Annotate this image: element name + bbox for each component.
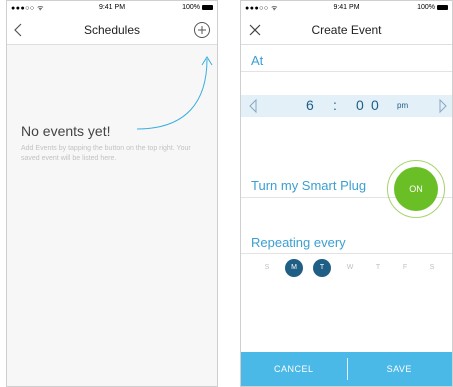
battery-indicator: 100% bbox=[182, 4, 213, 11]
on-toggle-button[interactable]: ON bbox=[394, 167, 438, 211]
empty-state-hint: Add Events by tapping the button on the … bbox=[21, 145, 191, 162]
divider bbox=[241, 253, 452, 254]
time-minute-tens[interactable]: 0 bbox=[356, 97, 364, 113]
battery-icon bbox=[202, 4, 213, 10]
day-saturday[interactable]: S bbox=[423, 259, 441, 277]
navigation-bar: Schedules bbox=[7, 15, 217, 45]
day-friday[interactable]: F bbox=[396, 259, 414, 277]
battery-percent: 100% bbox=[417, 4, 435, 11]
day-thursday[interactable]: T bbox=[369, 259, 387, 277]
time-ampm[interactable]: pm bbox=[397, 101, 408, 110]
battery-indicator: 100% bbox=[417, 4, 448, 11]
page-title: Schedules bbox=[83, 23, 141, 37]
time-increment-icon[interactable] bbox=[437, 98, 449, 114]
status-bar: ●●●○○ ᯤ 9:41 PM 100% bbox=[241, 1, 452, 15]
time-picker[interactable]: 6 : 0 0 pm bbox=[241, 95, 452, 117]
status-bar: ●●●○○ ᯤ 9:41 PM 100% bbox=[7, 1, 217, 15]
page-title: Create Event bbox=[311, 23, 382, 37]
battery-icon bbox=[437, 4, 448, 10]
day-monday[interactable]: M bbox=[285, 259, 303, 277]
add-event-icon[interactable] bbox=[193, 21, 211, 39]
repeating-label: Repeating every bbox=[251, 235, 346, 250]
divider bbox=[241, 71, 452, 72]
day-tuesday[interactable]: T bbox=[313, 259, 331, 277]
cancel-button[interactable]: CANCEL bbox=[241, 352, 347, 386]
create-event-screen: ●●●○○ ᯤ 9:41 PM 100% Create Event At 6 :… bbox=[240, 0, 453, 387]
time-minute-ones[interactable]: 0 bbox=[371, 97, 379, 113]
schedules-screen: ●●●○○ ᯤ 9:41 PM 100% Schedules No events… bbox=[6, 0, 218, 387]
navigation-bar: Create Event bbox=[241, 15, 452, 45]
save-button[interactable]: SAVE bbox=[347, 352, 453, 386]
day-wednesday[interactable]: W bbox=[341, 259, 359, 277]
hint-arrow-icon bbox=[136, 56, 213, 130]
time-separator: : bbox=[333, 97, 337, 113]
empty-state-title: No events yet! bbox=[21, 123, 111, 139]
day-sunday[interactable]: S bbox=[258, 259, 276, 277]
time-hour[interactable]: 6 bbox=[306, 97, 314, 113]
action-footer: CANCEL SAVE bbox=[241, 352, 452, 386]
weekday-selector: S M T W T F S bbox=[241, 259, 452, 281]
smart-plug-label: Turn my Smart Plug bbox=[251, 178, 367, 193]
at-label: At bbox=[251, 53, 264, 68]
time-decrement-icon[interactable] bbox=[247, 98, 259, 114]
battery-percent: 100% bbox=[182, 4, 200, 11]
